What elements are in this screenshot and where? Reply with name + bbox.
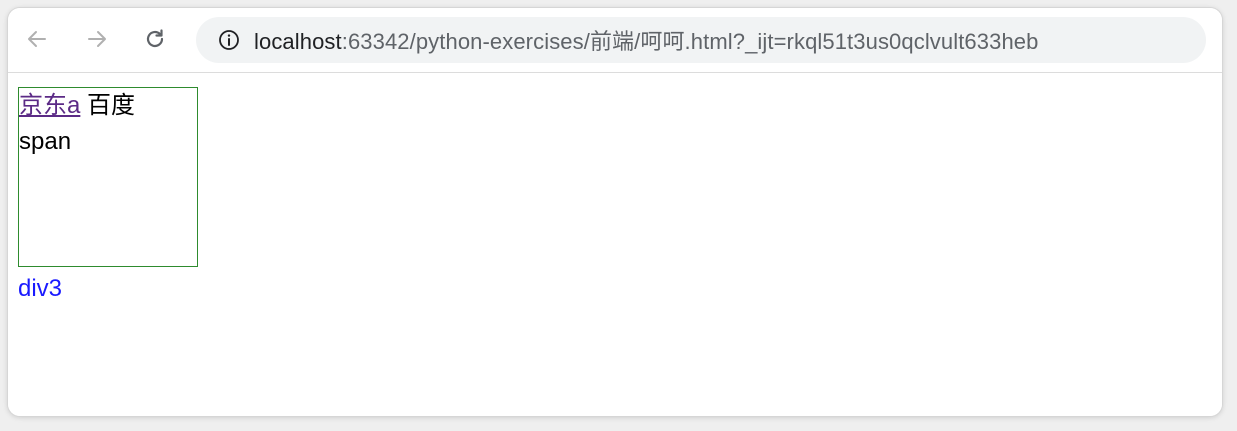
bordered-div: 京东a 百度 span [18, 87, 198, 267]
back-button[interactable] [20, 22, 54, 56]
arrow-left-icon [28, 31, 46, 47]
browser-toolbar: localhost:63342/python-exercises/前端/呵呵.h… [8, 8, 1222, 73]
info-icon[interactable] [218, 29, 240, 51]
url-path: :63342/python-exercises/前端/呵呵.html?_ijt=… [341, 29, 1039, 54]
page-viewport: 京东a 百度 span div3 [8, 73, 1222, 416]
address-bar[interactable]: localhost:63342/python-exercises/前端/呵呵.h… [196, 17, 1206, 63]
url-host: localhost [254, 29, 342, 54]
div3-text: div3 [18, 275, 63, 302]
forward-button[interactable] [80, 22, 114, 56]
baidu-text: 百度 [87, 92, 136, 119]
span-text: span [19, 128, 72, 155]
jingdong-link[interactable]: 京东a [19, 92, 80, 119]
reload-icon [146, 29, 164, 48]
browser-window: localhost:63342/python-exercises/前端/呵呵.h… [8, 8, 1222, 416]
url-text[interactable]: localhost:63342/python-exercises/前端/呵呵.h… [254, 24, 1038, 56]
reload-button[interactable] [138, 22, 172, 56]
arrow-right-icon [88, 31, 106, 47]
